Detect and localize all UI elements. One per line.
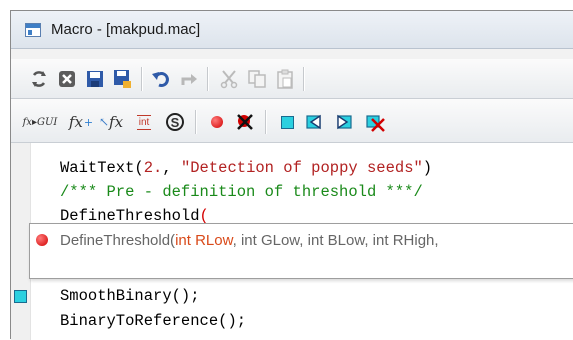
function-name: BinaryToReference bbox=[60, 312, 219, 330]
open-paren: ( bbox=[134, 159, 144, 177]
tooltip-current-param-name: RLow bbox=[190, 232, 233, 249]
save-button[interactable] bbox=[83, 67, 107, 91]
insert-int-button[interactable]: int bbox=[131, 110, 157, 134]
string-icon: S bbox=[166, 113, 184, 131]
cut-button[interactable] bbox=[217, 67, 241, 91]
refresh-icon bbox=[32, 71, 46, 87]
breakpoint-icon bbox=[36, 234, 48, 246]
insert-string-button[interactable]: S bbox=[163, 110, 187, 134]
function-name: SmoothBinary bbox=[60, 287, 172, 305]
close-macro-button[interactable] bbox=[55, 67, 79, 91]
toggle-bookmark-button[interactable] bbox=[275, 110, 299, 134]
copy-button[interactable] bbox=[245, 67, 269, 91]
next-bookmark-button[interactable] bbox=[331, 110, 355, 134]
toolbar-separator bbox=[141, 67, 143, 91]
toggle-breakpoint-button[interactable] bbox=[205, 110, 229, 134]
title-bar[interactable]: Macro - [makpud.mac] bbox=[11, 11, 573, 49]
clipboard-icon bbox=[277, 69, 293, 89]
argument-separator: , bbox=[162, 159, 181, 177]
tooltip-signature: DefineThreshold(int RLow, int GLow, int … bbox=[60, 232, 439, 249]
wand-icon: ↖ bbox=[98, 115, 110, 129]
undo-button[interactable] bbox=[149, 67, 173, 91]
fx-to-gui-label: fx▸GUI bbox=[22, 116, 58, 128]
tooltip-current-param-type: int bbox=[175, 232, 191, 249]
toolbar-separator bbox=[207, 67, 209, 91]
bookmark-marker[interactable] bbox=[14, 290, 27, 303]
macro-toolbar: fx▸GUI fx + ↖ fx int S bbox=[11, 99, 573, 143]
code-line: SmoothBinary(); bbox=[60, 287, 200, 305]
copy-icon bbox=[248, 70, 266, 88]
fx-to-gui-button[interactable]: fx▸GUI bbox=[17, 110, 63, 134]
app-icon bbox=[25, 23, 41, 37]
clear-bookmarks-icon bbox=[366, 115, 385, 132]
main-toolbar bbox=[11, 59, 573, 99]
code-line: BinaryToReference(); bbox=[60, 312, 246, 330]
fx-icon: fx bbox=[109, 113, 124, 131]
macro-window: Macro - [makpud.mac] fx▸GUI fx + ↖ fx in… bbox=[10, 10, 573, 340]
plus-icon: + bbox=[83, 115, 94, 129]
tooltip-function: DefineThreshold( bbox=[60, 232, 176, 249]
redo-button[interactable] bbox=[177, 67, 201, 91]
previous-bookmark-button[interactable] bbox=[303, 110, 327, 134]
next-bookmark-icon bbox=[337, 114, 352, 130]
scissors-icon bbox=[220, 70, 238, 89]
clear-breakpoints-icon bbox=[237, 114, 253, 130]
comment-line: /*** Pre - definition of threshold ***/ bbox=[60, 183, 423, 201]
window-title: Macro - [makpud.mac] bbox=[51, 21, 201, 38]
close-icon bbox=[59, 71, 75, 87]
string-literal: "Detection of poppy seeds" bbox=[180, 159, 423, 177]
previous-bookmark-icon bbox=[306, 114, 321, 130]
clear-bookmarks-button[interactable] bbox=[363, 110, 387, 134]
function-name: WaitText bbox=[60, 159, 135, 177]
number-literal: 2. bbox=[143, 159, 163, 177]
bookmark-icon bbox=[280, 115, 294, 129]
fx-add-icon: fx bbox=[68, 113, 83, 131]
toolbar-separator bbox=[195, 110, 197, 134]
call-parens: (); bbox=[171, 287, 200, 305]
undo-icon bbox=[152, 72, 169, 87]
editor-gutter[interactable] bbox=[11, 143, 31, 340]
function-wizard-button[interactable]: ↖ fx bbox=[99, 110, 123, 134]
run-macro-button[interactable] bbox=[27, 67, 51, 91]
toolbar-separator bbox=[303, 67, 305, 91]
call-parens: (); bbox=[218, 312, 247, 330]
code-line: WaitText(2., "Detection of poppy seeds") bbox=[60, 159, 432, 177]
tooltip-remaining-params: , int GLow, int BLow, int RHigh, bbox=[232, 232, 439, 249]
insert-function-button[interactable]: fx + bbox=[69, 110, 93, 134]
parameter-info-tooltip: DefineThreshold(int RLow, int GLow, int … bbox=[29, 223, 573, 279]
int-icon: int bbox=[136, 114, 152, 130]
save-as-icon bbox=[114, 70, 131, 88]
save-as-button[interactable] bbox=[111, 67, 135, 91]
redo-icon bbox=[181, 74, 197, 85]
toolbar-separator bbox=[265, 110, 267, 134]
clear-breakpoints-button[interactable] bbox=[233, 110, 257, 134]
code-editor[interactable]: WaitText(2., "Detection of poppy seeds")… bbox=[11, 143, 573, 340]
close-paren: ) bbox=[422, 159, 433, 177]
paste-button[interactable] bbox=[273, 67, 297, 91]
floppy-disk-icon bbox=[87, 71, 103, 87]
breakpoint-icon bbox=[211, 116, 223, 128]
